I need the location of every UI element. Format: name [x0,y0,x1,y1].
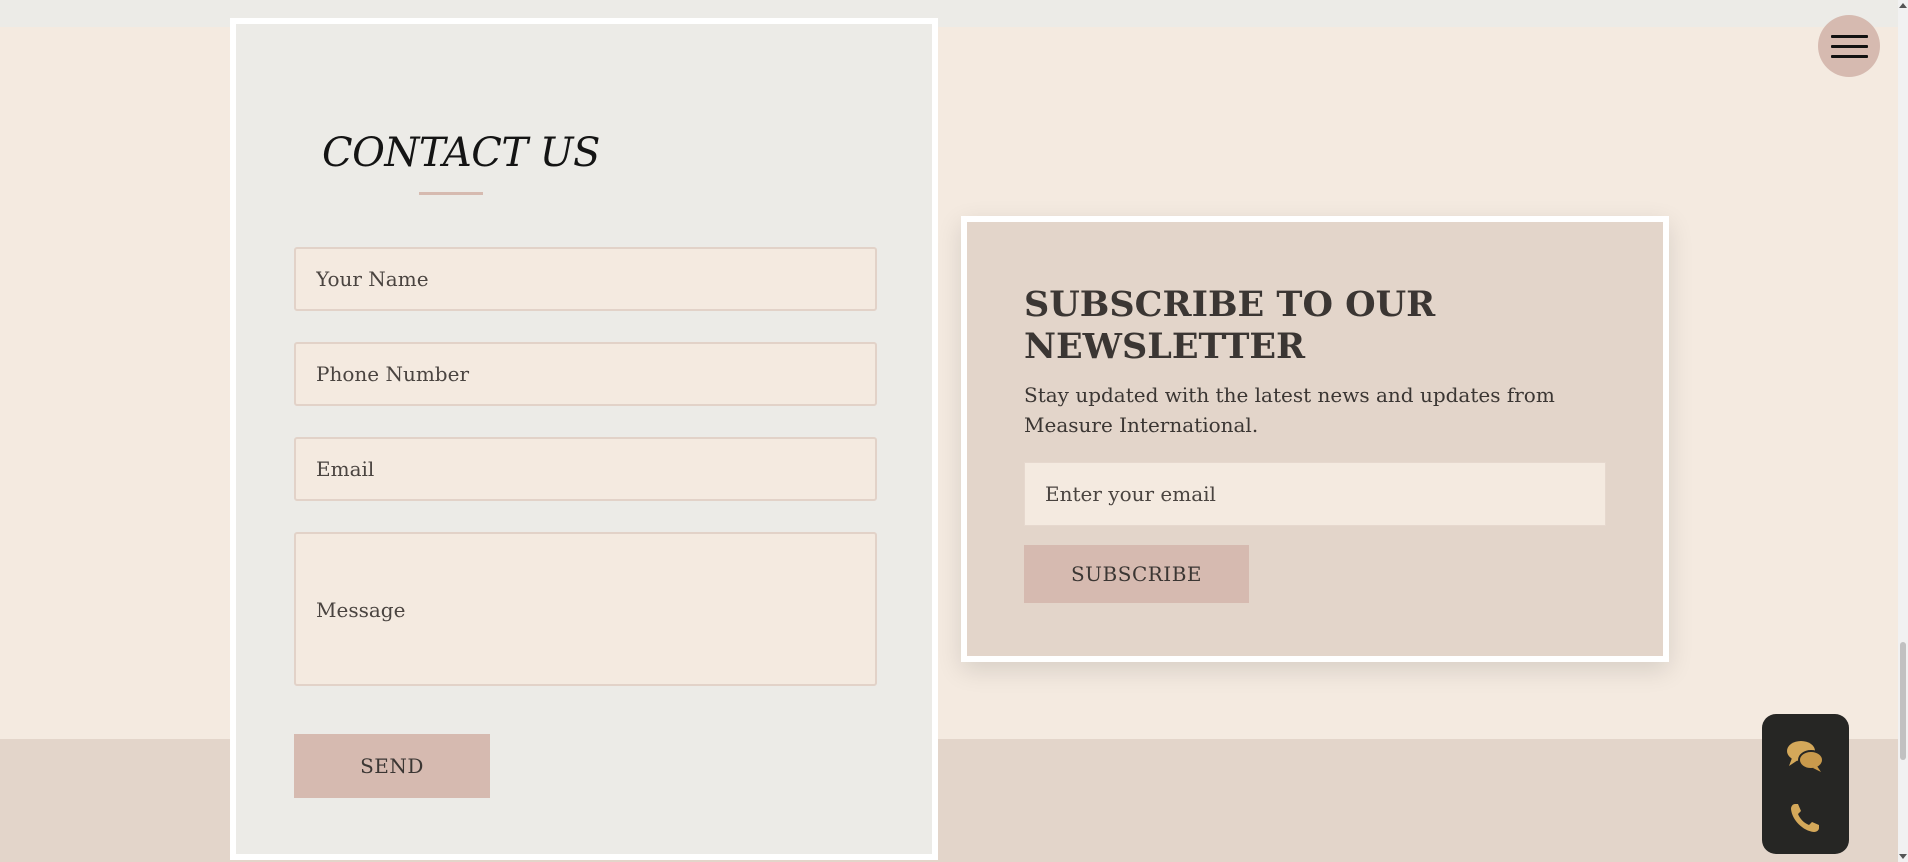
floating-contact-widget [1762,714,1849,854]
newsletter-email-input[interactable] [1024,462,1606,526]
contact-form-card: CONTACT US SEND [230,18,938,860]
scroll-up-icon[interactable] [1899,3,1907,8]
contact-title: CONTACT US [322,130,600,176]
phone-button[interactable] [1783,796,1827,840]
send-button[interactable]: SEND [294,734,490,798]
hamburger-menu-icon [1831,35,1868,38]
email-input[interactable] [294,437,877,501]
chat-button[interactable] [1783,734,1827,778]
subscribe-button[interactable]: SUBSCRIBE [1024,545,1249,603]
newsletter-card: SUBSCRIBE TO OUR NEWSLETTER Stay updated… [961,216,1669,662]
scrollbar[interactable] [1898,0,1908,862]
hamburger-menu-icon-bar [1831,55,1868,58]
newsletter-description: Stay updated with the latest news and up… [1024,383,1555,437]
scrollbar-thumb[interactable] [1900,642,1906,760]
newsletter-title: SUBSCRIBE TO OUR NEWSLETTER [1024,284,1436,367]
chat-bubbles-icon [1787,741,1824,772]
scroll-down-icon[interactable] [1899,854,1907,859]
title-underline [419,192,483,195]
message-textarea[interactable] [294,532,877,686]
phone-icon [1791,804,1819,832]
hamburger-menu-icon-bar [1831,45,1868,48]
phone-input[interactable] [294,342,877,406]
menu-button[interactable] [1818,15,1880,77]
name-input[interactable] [294,247,877,311]
